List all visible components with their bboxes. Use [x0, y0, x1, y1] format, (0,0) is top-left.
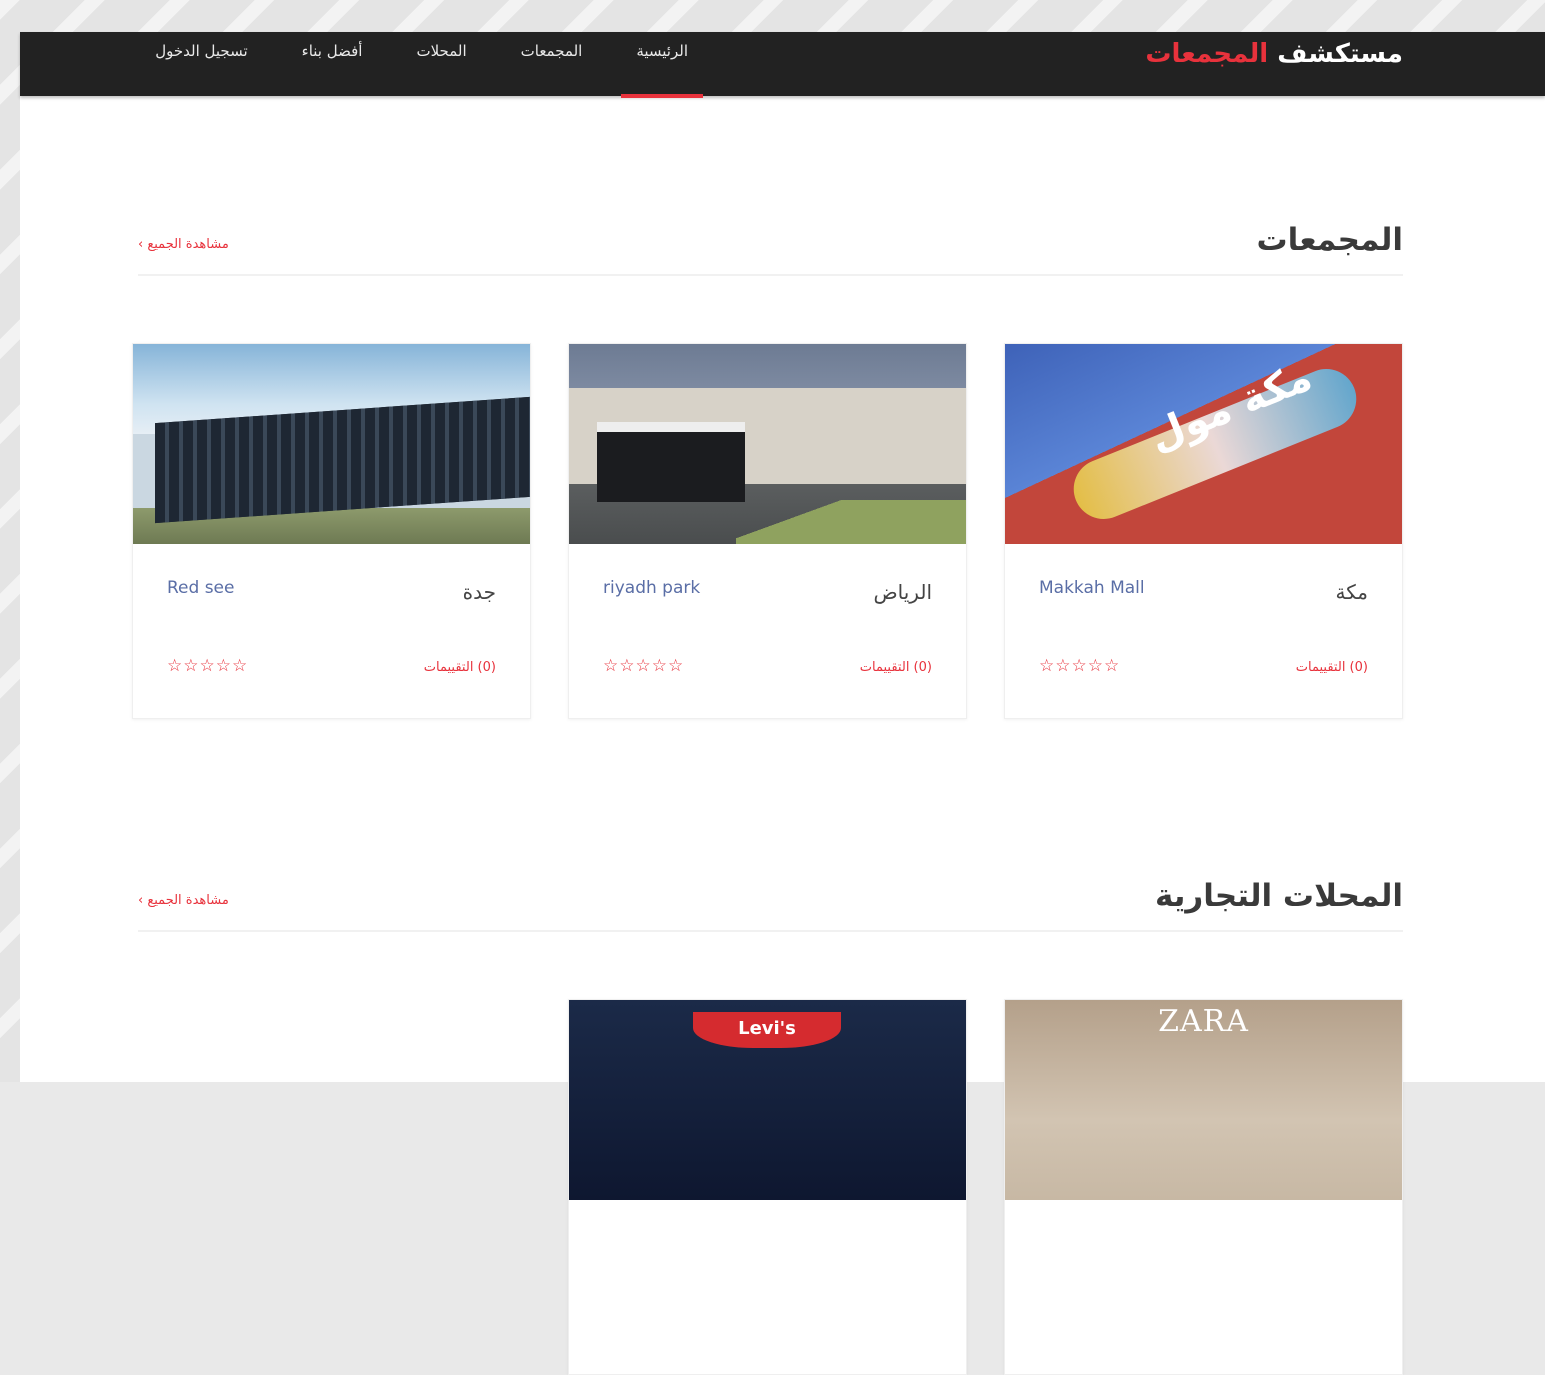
- shops-view-all-link[interactable]: مشاهدة الجميع ›: [138, 893, 229, 908]
- nav-login[interactable]: تسجيل الدخول: [128, 32, 274, 96]
- rating-stars-icon: ☆☆☆☆☆: [603, 656, 685, 676]
- mall-image-makkah: مكة مول: [1005, 344, 1402, 544]
- mall-name[interactable]: Makkah Mall: [1039, 578, 1145, 598]
- malls-section-header: المجمعات مشاهدة الجميع ›: [138, 200, 1403, 276]
- shops-section-title: المحلات التجارية: [1154, 878, 1403, 914]
- mall-card-makkah[interactable]: مكة مول مكة Makkah Mall ☆☆☆☆☆ (0) التقيي…: [1004, 343, 1403, 719]
- brand-name-part1: مستكشف: [1277, 39, 1403, 69]
- zara-logo: ZARA: [1158, 1004, 1249, 1039]
- grass-decoration: [736, 500, 966, 544]
- shops-section-header: المحلات التجارية مشاهدة الجميع ›: [138, 856, 1403, 932]
- rating-stars-icon: ☆☆☆☆☆: [167, 656, 249, 676]
- shop-image-zara: ZARA: [1005, 1000, 1402, 1200]
- mall-image-red-sea: [133, 344, 530, 544]
- mall-image-riyadh: [569, 344, 966, 544]
- building-decoration: [155, 396, 530, 524]
- mall-city: الرياض: [873, 580, 932, 604]
- brand-logo[interactable]: مستكشف المجمعات: [1145, 32, 1403, 96]
- mall-entrance-decoration: [597, 422, 745, 502]
- malls-view-all-link[interactable]: مشاهدة الجميع ›: [138, 237, 229, 252]
- malls-cards: مكة مول مكة Makkah Mall ☆☆☆☆☆ (0) التقيي…: [132, 343, 1403, 719]
- mall-city: مكة: [1335, 580, 1368, 604]
- reviews-count[interactable]: (0) التقييمات: [424, 660, 496, 675]
- page: مستكشف المجمعات الرئيسية المجمعات المحلا…: [20, 32, 1545, 1375]
- mall-card-riyadh[interactable]: الرياض riyadh park ☆☆☆☆☆ (0) التقييمات: [568, 343, 967, 719]
- shop-card-levis[interactable]: Levi's: [568, 999, 967, 1375]
- nav-shops[interactable]: المحلات: [389, 32, 493, 96]
- levis-logo: Levi's: [693, 1012, 841, 1048]
- nav-home[interactable]: الرئيسية: [609, 32, 715, 98]
- nav-best-building[interactable]: أفضل بناء: [275, 32, 390, 96]
- reviews-count[interactable]: (0) التقييمات: [1296, 660, 1368, 675]
- mall-sign-decoration: [1064, 359, 1366, 529]
- shop-card-zara[interactable]: ZARA: [1004, 999, 1403, 1375]
- mall-name[interactable]: riyadh park: [603, 578, 700, 598]
- navbar: مستكشف المجمعات الرئيسية المجمعات المحلا…: [20, 32, 1545, 98]
- nav-malls[interactable]: المجمعات: [494, 32, 610, 96]
- nav-links: الرئيسية المجمعات المحلات أفضل بناء تسجي…: [128, 32, 715, 98]
- brand-name-part2: المجمعات: [1145, 39, 1269, 69]
- shops-cards: ZARA Levi's: [138, 999, 1403, 1375]
- rating-stars-icon: ☆☆☆☆☆: [1039, 656, 1121, 676]
- malls-section-title: المجمعات: [1256, 222, 1403, 258]
- mall-city: جدة: [462, 580, 496, 604]
- reviews-count[interactable]: (0) التقييمات: [860, 660, 932, 675]
- shop-image-levis: Levi's: [569, 1000, 966, 1200]
- mall-card-red-sea[interactable]: جدة Red see ☆☆☆☆☆ (0) التقييمات: [132, 343, 531, 719]
- mall-name[interactable]: Red see: [167, 578, 234, 598]
